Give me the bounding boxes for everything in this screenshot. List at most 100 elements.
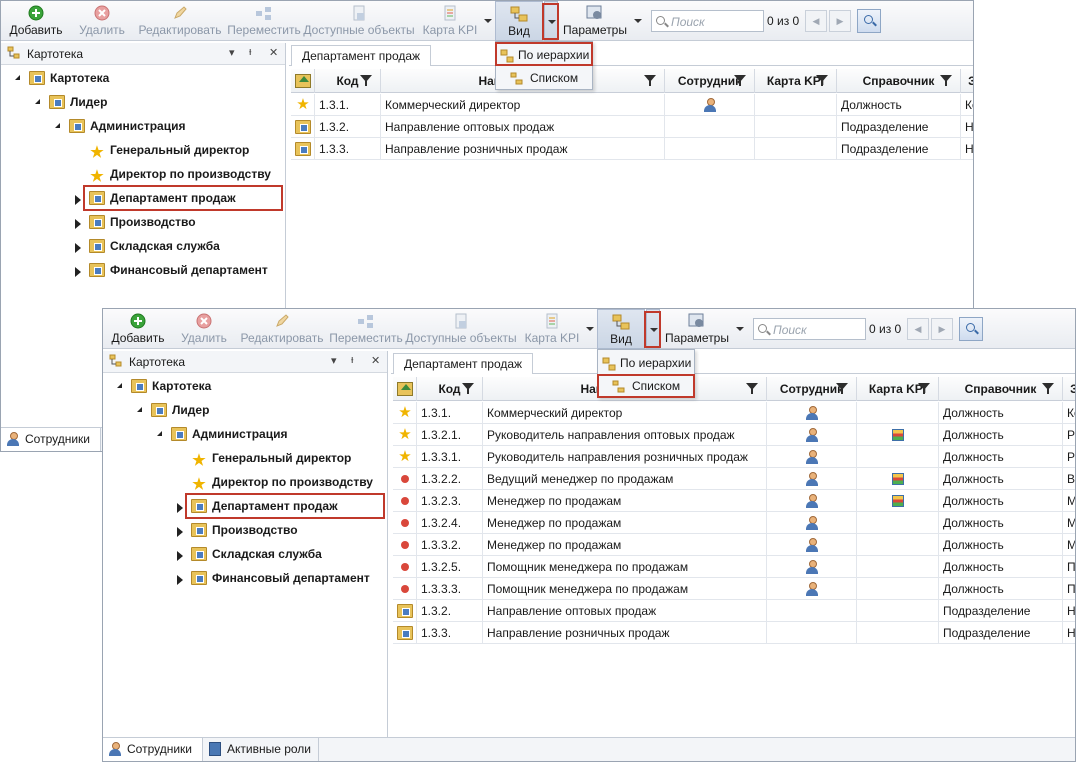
kpi-map-button[interactable]: Карта KPI	[521, 309, 583, 349]
filter-icon[interactable]	[1042, 383, 1054, 394]
tree-node[interactable]: Складская служба	[1, 235, 286, 257]
search-input[interactable]: Поиск	[651, 10, 764, 32]
tree-node[interactable]: Лидер	[103, 399, 388, 421]
column-header-extra[interactable]: Зн	[1063, 377, 1075, 401]
filter-icon[interactable]	[734, 75, 746, 86]
prev-result-button[interactable]: ◀	[907, 318, 929, 340]
table-row[interactable]: ★ 1.3.1. Коммерческий директор Должность…	[393, 402, 1075, 424]
edit-button[interactable]: Редактировать	[239, 309, 325, 349]
expand-arrow-icon[interactable]	[75, 219, 81, 229]
column-header-kpi[interactable]: Карта KPI	[857, 377, 939, 401]
tree-node[interactable]: ★ Директор по производству	[1, 163, 286, 185]
tab-employees[interactable]: Сотрудники	[103, 738, 203, 761]
tree-node[interactable]: Производство	[1, 211, 286, 233]
tree-node[interactable]: ★ Директор по производству	[103, 471, 388, 493]
panel-menu-icon[interactable]: ▾	[331, 354, 337, 367]
tree-node[interactable]: Администрация	[103, 423, 388, 445]
table-row[interactable]: 1.3.2.3. Менеджер по продажам Должность …	[393, 490, 1075, 512]
expand-arrow-icon[interactable]	[177, 503, 183, 513]
tab-department[interactable]: Департамент продаж	[393, 353, 534, 374]
table-row[interactable]: ★ 1.3.2.1. Руководитель направления опто…	[393, 424, 1075, 446]
available-objects-button[interactable]: Доступные объекты	[405, 309, 517, 349]
collapse-arrow-icon[interactable]	[15, 75, 20, 80]
collapse-arrow-icon[interactable]	[117, 383, 122, 388]
table-row[interactable]: 1.3.3.3. Помощник менеджера по продажам …	[393, 578, 1075, 600]
grid-home-cell[interactable]	[291, 69, 315, 93]
table-row[interactable]: 1.3.2.2. Ведущий менеджер по продажам До…	[393, 468, 1075, 490]
edit-button[interactable]: Редактировать	[137, 1, 223, 41]
filter-icon[interactable]	[746, 383, 758, 394]
column-header-code[interactable]: Код	[417, 377, 483, 401]
tree-node[interactable]: ★ Генеральный директор	[1, 139, 286, 161]
expand-arrow-icon[interactable]	[177, 551, 183, 561]
move-button[interactable]: Переместить	[329, 309, 403, 349]
column-header-ref[interactable]: Справочник	[837, 69, 961, 93]
column-header-employee[interactable]: Сотрудник	[665, 69, 755, 93]
menu-item-list[interactable]: Списком	[496, 67, 592, 89]
delete-button[interactable]: Удалить	[73, 1, 131, 41]
view-button[interactable]: Вид	[597, 309, 645, 349]
close-icon[interactable]: ✕	[269, 46, 278, 59]
table-row[interactable]: 1.3.2. Направление оптовых продаж Подраз…	[291, 116, 973, 138]
tree-node[interactable]: Производство	[103, 519, 388, 541]
view-button[interactable]: Вид	[495, 1, 543, 41]
table-row[interactable]: 1.3.2.4. Менеджер по продажам Должность …	[393, 512, 1075, 534]
filter-icon[interactable]	[836, 383, 848, 394]
search-input[interactable]: Поиск	[753, 318, 866, 340]
kpi-dropdown-arrow[interactable]	[481, 1, 495, 41]
kpi-dropdown-arrow[interactable]	[583, 309, 597, 349]
panel-menu-icon[interactable]: ▾	[229, 46, 235, 59]
expand-arrow-icon[interactable]	[75, 195, 81, 205]
collapse-arrow-icon[interactable]	[35, 99, 40, 104]
delete-button[interactable]: Удалить	[175, 309, 233, 349]
prev-result-button[interactable]: ◀	[805, 10, 827, 32]
column-header-employee[interactable]: Сотрудник	[767, 377, 857, 401]
pin-icon[interactable]: ᵻ	[249, 46, 251, 58]
pin-icon[interactable]: ᵻ	[351, 354, 353, 366]
find-button[interactable]	[857, 9, 881, 33]
tree-node[interactable]: Картотека	[1, 67, 286, 89]
add-button[interactable]: Добавить	[107, 309, 169, 349]
filter-icon[interactable]	[360, 75, 372, 86]
column-header-ref[interactable]: Справочник	[939, 377, 1063, 401]
kpi-map-button[interactable]: Карта KPI	[419, 1, 481, 41]
collapse-arrow-icon[interactable]	[55, 123, 60, 128]
column-header-code[interactable]: Код	[315, 69, 381, 93]
move-button[interactable]: Переместить	[227, 1, 301, 41]
collapse-arrow-icon[interactable]	[137, 407, 142, 412]
table-row[interactable]: 1.3.2.5. Помощник менеджера по продажам …	[393, 556, 1075, 578]
tab-employees[interactable]: Сотрудники	[1, 428, 101, 451]
parameters-dropdown-arrow[interactable]	[733, 309, 747, 349]
tree-node[interactable]: Лидер	[1, 91, 286, 113]
filter-icon[interactable]	[918, 383, 930, 394]
table-row[interactable]: 1.3.3.2. Менеджер по продажам Должность …	[393, 534, 1075, 556]
column-header-extra[interactable]: Зн	[961, 69, 973, 93]
table-row[interactable]: 1.3.3. Направление розничных продаж Подр…	[393, 622, 1075, 644]
find-button[interactable]	[959, 317, 983, 341]
filter-icon[interactable]	[644, 75, 656, 86]
filter-icon[interactable]	[462, 383, 474, 394]
tree-node[interactable]: ★ Генеральный директор	[103, 447, 388, 469]
tree-node[interactable]: Картотека	[103, 375, 388, 397]
expand-arrow-icon[interactable]	[177, 575, 183, 585]
expand-arrow-icon[interactable]	[75, 243, 81, 253]
collapse-arrow-icon[interactable]	[157, 431, 162, 436]
tab-active-roles[interactable]: Активные роли	[203, 738, 319, 761]
tree-node[interactable]: Финансовый департамент	[1, 259, 286, 281]
parameters-button[interactable]: Параметры	[561, 1, 629, 41]
expand-arrow-icon[interactable]	[177, 527, 183, 537]
filter-icon[interactable]	[816, 75, 828, 86]
column-header-kpi[interactable]: Карта KPI	[755, 69, 837, 93]
close-icon[interactable]: ✕	[371, 354, 380, 367]
grid-home-cell[interactable]	[393, 377, 417, 401]
next-result-button[interactable]: ▶	[829, 10, 851, 32]
next-result-button[interactable]: ▶	[931, 318, 953, 340]
parameters-button[interactable]: Параметры	[663, 309, 731, 349]
tree-node[interactable]: Складская служба	[103, 543, 388, 565]
tab-department[interactable]: Департамент продаж	[291, 45, 432, 66]
available-objects-button[interactable]: Доступные объекты	[303, 1, 415, 41]
table-row[interactable]: ★ 1.3.1. Коммерческий директор Должность…	[291, 94, 973, 116]
expand-arrow-icon[interactable]	[75, 267, 81, 277]
table-row[interactable]: ★ 1.3.3.1. Руководитель направления розн…	[393, 446, 1075, 468]
table-row[interactable]: 1.3.2. Направление оптовых продаж Подраз…	[393, 600, 1075, 622]
